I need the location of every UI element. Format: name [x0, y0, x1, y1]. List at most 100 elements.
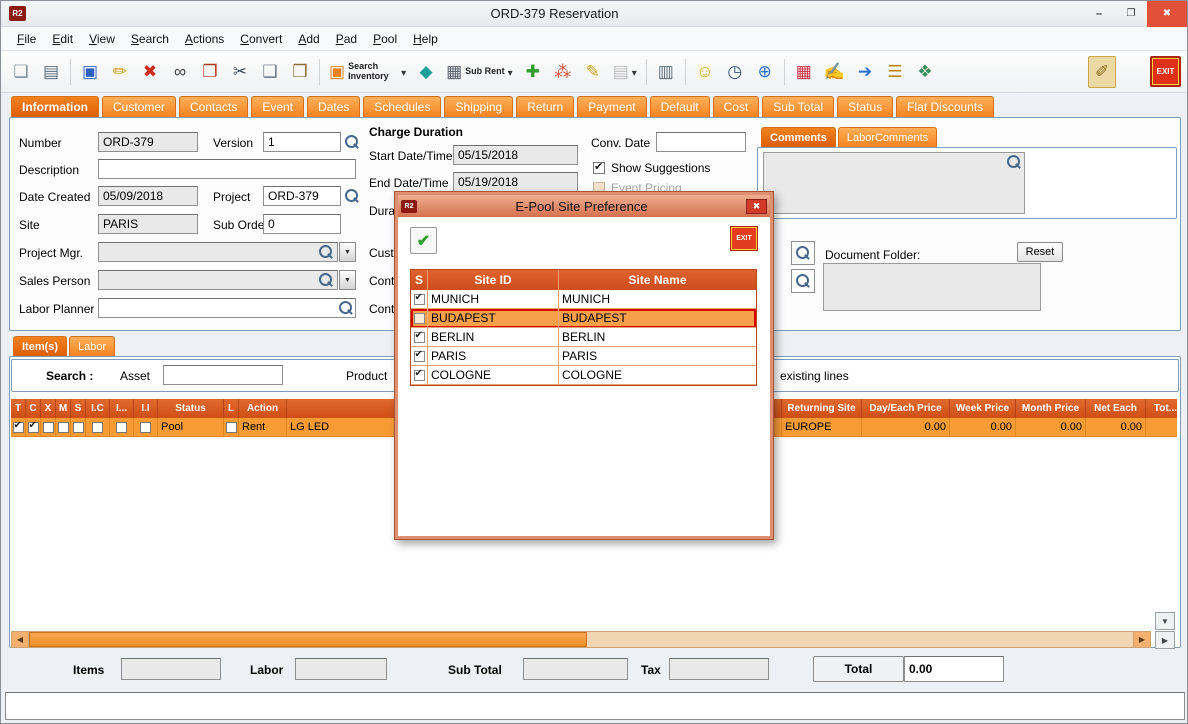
- items-col-14[interactable]: Week Price: [950, 399, 1016, 418]
- col-site-id[interactable]: Site ID: [428, 270, 559, 290]
- sales-person-dropdown[interactable]: [339, 270, 356, 290]
- items-col-13[interactable]: Day/Each Price: [862, 399, 950, 418]
- tab-comments[interactable]: Comments: [761, 127, 836, 147]
- dialog-exit-button[interactable]: EXIT: [730, 226, 758, 251]
- row-checkbox[interactable]: [13, 422, 24, 433]
- site-checkbox[interactable]: [414, 313, 425, 324]
- menu-pad[interactable]: Pad: [328, 29, 365, 49]
- dropdown-arrow-icon[interactable]: [508, 65, 513, 79]
- menu-help[interactable]: Help: [405, 29, 446, 49]
- col-site-name[interactable]: Site Name: [559, 270, 756, 290]
- tab-labor-comments[interactable]: LaborComments: [838, 127, 937, 147]
- site-checkbox[interactable]: [414, 351, 425, 362]
- items-col-16[interactable]: Net Each: [1086, 399, 1146, 418]
- scroll-down-button[interactable]: ▼: [1155, 612, 1175, 630]
- scroll-corner-button[interactable]: ▶: [1155, 631, 1175, 649]
- asset-input[interactable]: [163, 365, 283, 385]
- status-strip[interactable]: [5, 692, 1185, 720]
- summary-total-field[interactable]: 0.00: [904, 656, 1004, 682]
- invoice-icon[interactable]: ☰: [881, 56, 909, 88]
- items-cell-4[interactable]: [71, 418, 86, 437]
- items-col-17[interactable]: Tot...: [1146, 399, 1177, 418]
- items-col-9[interactable]: L: [224, 399, 239, 418]
- start-date-field[interactable]: 05/15/2018: [453, 145, 578, 165]
- geometry-shapes-icon[interactable]: ◆: [412, 56, 440, 88]
- site-id-cell[interactable]: MUNICH: [428, 290, 559, 309]
- menu-view[interactable]: View: [81, 29, 123, 49]
- items-col-6[interactable]: I...: [110, 399, 134, 418]
- tab-shipping[interactable]: Shipping: [444, 96, 513, 117]
- row-checkbox[interactable]: [92, 422, 103, 433]
- items-cell-15[interactable]: 0.00: [1016, 418, 1086, 437]
- items-cell-0[interactable]: [11, 418, 26, 437]
- items-col-3[interactable]: M: [56, 399, 71, 418]
- items-cell-6[interactable]: [110, 418, 134, 437]
- items-cell-17[interactable]: [1146, 418, 1177, 437]
- items-cell-14[interactable]: 0.00: [950, 418, 1016, 437]
- add-icon[interactable]: ✚: [519, 56, 547, 88]
- binoculars-icon[interactable]: ∞: [166, 56, 194, 88]
- close-button[interactable]: [1147, 1, 1187, 27]
- summary-tax-field[interactable]: [669, 658, 769, 680]
- site-id-cell[interactable]: BERLIN: [428, 328, 559, 347]
- conv-date-field[interactable]: [656, 132, 746, 152]
- items-col-8[interactable]: Status: [158, 399, 224, 418]
- description-field[interactable]: [98, 159, 356, 179]
- tab-status[interactable]: Status: [837, 96, 893, 117]
- site-id-cell[interactable]: BUDAPEST: [428, 309, 559, 328]
- comments-search-icon[interactable]: [1007, 155, 1021, 169]
- labor-planner-search-icon[interactable]: [339, 301, 353, 315]
- sales-person-search-icon[interactable]: [319, 273, 333, 287]
- folder-search-button-2[interactable]: [791, 269, 815, 293]
- scroll-left-icon[interactable]: ◀: [12, 632, 29, 647]
- row-checkbox[interactable]: [28, 422, 39, 433]
- row-checkbox[interactable]: [73, 422, 84, 433]
- project-mgr-search-icon[interactable]: [319, 245, 333, 259]
- tab-customer[interactable]: Customer: [102, 96, 176, 117]
- new-document-icon[interactable]: ❏: [7, 56, 35, 88]
- report-printer-icon[interactable]: ▥: [652, 56, 680, 88]
- end-date-field[interactable]: 05/19/2018: [453, 172, 578, 192]
- wand-icon[interactable]: ✐: [1088, 56, 1116, 88]
- dropdown-arrow-icon[interactable]: [632, 65, 637, 79]
- items-cell-7[interactable]: [134, 418, 158, 437]
- items-col-10[interactable]: Action: [239, 399, 287, 418]
- tab-event[interactable]: Event: [251, 96, 304, 117]
- items-col-1[interactable]: C: [26, 399, 41, 418]
- minimize-button[interactable]: [1083, 1, 1115, 27]
- site-name-cell[interactable]: MUNICH: [559, 290, 756, 309]
- site-name-cell[interactable]: PARIS: [559, 347, 756, 366]
- edit-pencil-icon[interactable]: ✏: [106, 56, 134, 88]
- dialog-close-button[interactable]: [746, 199, 767, 214]
- sales-person-field[interactable]: [98, 270, 338, 290]
- row-checkbox[interactable]: [226, 422, 237, 433]
- summary-items-field[interactable]: [121, 658, 221, 680]
- show-suggestions-checkbox[interactable]: [593, 162, 605, 174]
- version-field[interactable]: 1: [263, 132, 341, 152]
- items-cell-3[interactable]: [56, 418, 71, 437]
- scrollbar-thumb[interactable]: [29, 632, 587, 647]
- tab-contacts[interactable]: Contacts: [179, 96, 248, 117]
- edit-note-icon[interactable]: ✎: [579, 56, 607, 88]
- print-preview-icon[interactable]: ▤: [609, 56, 641, 88]
- print-icon[interactable]: ▤: [37, 56, 65, 88]
- items-cell-12[interactable]: EUROPE: [782, 418, 862, 437]
- menu-convert[interactable]: Convert: [232, 29, 290, 49]
- site-checkbox[interactable]: [414, 294, 425, 305]
- items-cell-9[interactable]: [224, 418, 239, 437]
- date-created-field[interactable]: 05/09/2018: [98, 186, 198, 206]
- clock-icon[interactable]: ◷: [721, 56, 749, 88]
- scroll-right-icon[interactable]: ▶: [1133, 632, 1150, 647]
- items-cell-1[interactable]: [26, 418, 41, 437]
- tab-sub-total[interactable]: Sub Total: [762, 96, 834, 117]
- labor-planner-field[interactable]: [98, 298, 356, 318]
- tab-cost[interactable]: Cost: [713, 96, 760, 117]
- site-row-paris[interactable]: PARISPARIS: [411, 347, 756, 366]
- tab-dates[interactable]: Dates: [307, 96, 360, 117]
- save-icon[interactable]: ▣: [76, 56, 104, 88]
- sub-orders-field[interactable]: 0: [263, 214, 341, 234]
- export-document-icon[interactable]: ❐: [196, 56, 224, 88]
- copy-icon[interactable]: ❑: [256, 56, 284, 88]
- row-checkbox[interactable]: [58, 422, 69, 433]
- site-row-berlin[interactable]: BERLINBERLIN: [411, 328, 756, 347]
